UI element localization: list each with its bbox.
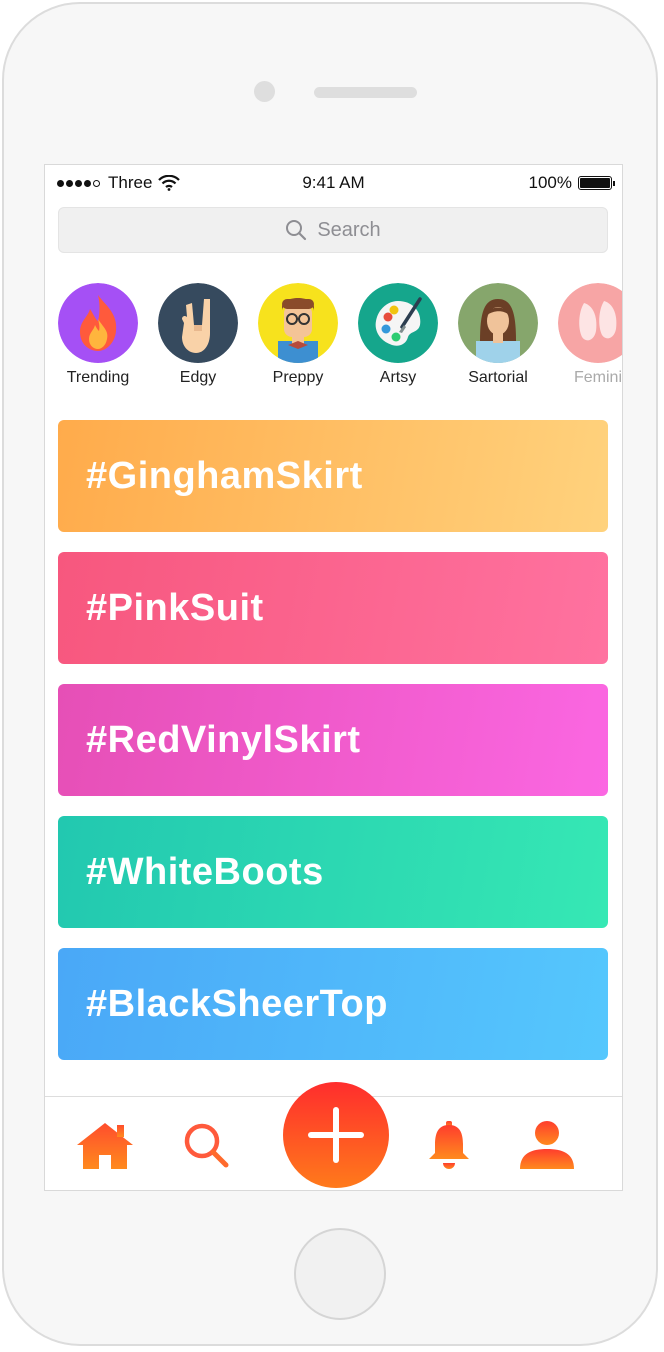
front-camera (254, 81, 275, 102)
add-post-button[interactable] (283, 1082, 389, 1188)
paint-palette-icon (358, 283, 438, 363)
tag-card[interactable]: #WhiteBoots (58, 816, 608, 928)
battery-percentage: 100% (528, 173, 572, 192)
tab-profile[interactable] (517, 1119, 577, 1173)
earpiece-speaker (314, 87, 417, 98)
category-label: Sartorial (468, 369, 528, 386)
tag-label: #PinkSuit (86, 586, 264, 629)
screen: Three 9:41 AM 100% Search Trending Edgy … (44, 164, 623, 1191)
bell-icon (429, 1121, 469, 1169)
battery-icon (578, 176, 615, 190)
tag-card[interactable]: #BlackSheerTop (58, 948, 608, 1060)
tag-card[interactable]: #PinkSuit (58, 552, 608, 664)
tag-label: #BlackSheerTop (86, 982, 388, 1025)
category-artsy[interactable]: Artsy (358, 283, 438, 393)
category-trending[interactable]: Trending (58, 283, 138, 393)
tab-notifications[interactable] (419, 1119, 479, 1173)
tag-card[interactable]: #RedVinylSkirt (58, 684, 608, 796)
home-button[interactable] (294, 1228, 386, 1320)
tag-label: #GinghamSkirt (86, 454, 363, 497)
ballet-shoes-icon (558, 283, 622, 363)
tab-home[interactable] (75, 1119, 135, 1173)
tag-card[interactable]: #GinghamSkirt (58, 420, 608, 532)
category-feminine[interactable]: Femini (558, 283, 622, 393)
woman-avatar-icon (458, 283, 538, 363)
search-bar[interactable]: Search (58, 207, 608, 253)
tag-label: #WhiteBoots (86, 850, 324, 893)
search-icon (286, 220, 307, 241)
tab-search[interactable] (177, 1119, 237, 1173)
category-edgy[interactable]: Edgy (158, 283, 238, 393)
category-preppy[interactable]: Preppy (258, 283, 338, 393)
preppy-person-icon (258, 283, 338, 363)
add-icon (308, 1107, 364, 1163)
status-bar: Three 9:41 AM 100% (45, 165, 622, 201)
rock-hand-icon (158, 283, 238, 363)
tag-label: #RedVinylSkirt (86, 718, 361, 761)
category-sartorial[interactable]: Sartorial (458, 283, 538, 393)
category-label: Trending (66, 369, 130, 386)
profile-icon (520, 1121, 574, 1169)
home-icon (77, 1123, 133, 1169)
search-icon (184, 1123, 229, 1168)
category-label: Femini (573, 369, 622, 386)
category-label: Preppy (272, 369, 324, 386)
category-list: Trending Edgy Preppy Artsy Sartorial Fem… (58, 283, 622, 393)
flame-icon (58, 283, 138, 363)
category-label: Artsy (379, 369, 417, 386)
category-label: Edgy (179, 369, 217, 386)
search-placeholder: Search (317, 218, 381, 241)
